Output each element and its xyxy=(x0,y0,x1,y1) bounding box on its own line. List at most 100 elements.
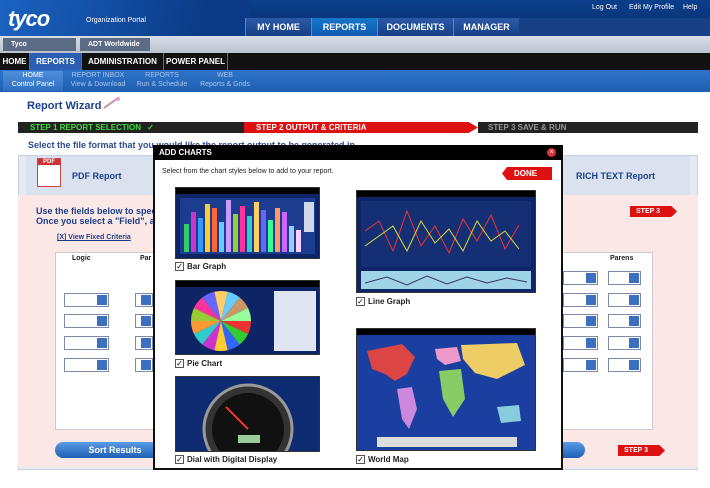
modal-title: ADD CHARTS xyxy=(153,145,563,160)
right-select-1[interactable] xyxy=(563,271,598,285)
bar-graph-label: Bar Graph xyxy=(187,262,227,271)
par-select-2[interactable] xyxy=(135,314,153,328)
edit-profile-link[interactable]: Edit My Profile xyxy=(629,4,674,11)
step-1: STEP 1 REPORT SELECTION ✓ xyxy=(18,122,244,133)
pie-chart-checkbox[interactable]: ✓ xyxy=(175,359,184,368)
section-home[interactable]: HOME xyxy=(0,53,30,70)
par-select-3[interactable] xyxy=(135,336,153,350)
bar-graph-checkbox[interactable]: ✓ xyxy=(175,262,184,271)
par-select-4[interactable] xyxy=(135,358,153,372)
breadcrumb-adt-worldwide[interactable]: ADT Worldwide xyxy=(80,38,150,51)
step-3-button-bottom[interactable]: STEP 3 xyxy=(618,445,665,456)
world-map-image xyxy=(357,329,535,447)
pdf-file-icon[interactable]: PDF xyxy=(37,158,61,187)
help-link[interactable]: Help xyxy=(683,4,697,11)
subnav-web[interactable]: WEB Reports & Grids xyxy=(194,71,256,91)
portal-name: Organization Portal xyxy=(86,17,146,24)
line-graph-image xyxy=(357,191,535,289)
dial-image xyxy=(202,383,294,475)
bar-thumb-mark xyxy=(219,222,224,252)
parens-select-4[interactable] xyxy=(608,336,641,350)
logout-link[interactable]: Log Out xyxy=(592,4,617,11)
pie-chart-image xyxy=(176,281,319,351)
subnav-reports[interactable]: REPORTS Run & Schedule xyxy=(133,71,191,91)
rich-text-report-option[interactable]: RICH TEXT Report xyxy=(576,171,655,181)
bar-thumb-mark xyxy=(212,208,217,252)
pdf-report-option[interactable]: PDF Report xyxy=(72,171,122,181)
close-icon[interactable]: × xyxy=(547,148,556,157)
step-3-button-top[interactable]: STEP 3 xyxy=(630,206,677,217)
step-2: STEP 2 OUTPUT & CRITERIA xyxy=(244,122,478,133)
section-reports[interactable]: REPORTS xyxy=(30,53,82,70)
logic-select-1[interactable] xyxy=(64,293,109,307)
fields-instruction-1: Use the fields below to speci xyxy=(36,206,160,216)
nav-my-home[interactable]: MY HOME xyxy=(245,18,311,36)
logic-select-2[interactable] xyxy=(64,314,109,328)
bar-thumb-mark xyxy=(268,220,273,252)
logic-select-4[interactable] xyxy=(64,358,109,372)
pie-chart-thumbnail[interactable] xyxy=(175,280,320,355)
section-power-panel[interactable]: POWER PANEL xyxy=(164,53,228,70)
parens-select-1[interactable] xyxy=(608,271,641,285)
step-3: STEP 3 SAVE & RUN xyxy=(478,122,698,133)
line-graph-label: Line Graph xyxy=(368,297,411,306)
bar-thumb-mark xyxy=(247,216,252,252)
bar-thumb-mark xyxy=(226,200,231,252)
right-select-5[interactable] xyxy=(563,358,598,372)
parens-select-2[interactable] xyxy=(608,293,641,307)
col-header-parens: Parens xyxy=(610,255,634,262)
nav-reports[interactable]: REPORTS xyxy=(311,18,377,36)
view-fixed-criteria-link[interactable]: [X] View Fixed Criteria xyxy=(57,234,131,241)
nav-manager[interactable]: MANAGER xyxy=(453,18,519,36)
subnav-web-line1: WEB xyxy=(217,72,233,79)
bar-thumb-mark xyxy=(289,226,294,252)
bar-thumb-mark xyxy=(296,230,301,252)
dial-label: Dial with Digital Display xyxy=(187,455,278,464)
line-graph-checkbox[interactable]: ✓ xyxy=(356,297,365,306)
bar-thumb-mark xyxy=(191,212,196,252)
parens-select-3[interactable] xyxy=(608,314,641,328)
wand-icon xyxy=(103,97,120,109)
modal-instruction: Select from the chart styles below to ad… xyxy=(162,168,334,175)
parens-select-5[interactable] xyxy=(608,358,641,372)
logic-select-3[interactable] xyxy=(64,336,109,350)
dial-thumbnail[interactable] xyxy=(175,376,320,475)
pie-chart-label: Pie Chart xyxy=(187,359,223,368)
bar-thumb-mark xyxy=(233,214,238,252)
bar-thumb-mark xyxy=(254,202,259,252)
subnav-home[interactable]: HOME Control Panel xyxy=(3,71,63,91)
subnav-inbox-line2: View & Download xyxy=(70,81,126,88)
right-select-2[interactable] xyxy=(563,293,598,307)
world-map-checkbox[interactable]: ✓ xyxy=(356,455,365,464)
world-map-label: World Map xyxy=(368,455,409,464)
right-select-3[interactable] xyxy=(563,314,598,328)
subnav-home-line2: Control Panel xyxy=(11,81,55,88)
subnav-web-line2: Reports & Grids xyxy=(200,81,250,88)
tyco-logo[interactable]: tyco xyxy=(8,6,50,32)
bar-graph-image xyxy=(176,188,319,254)
bar-thumb-mark xyxy=(205,204,210,252)
subnav-reports-line1: REPORTS xyxy=(145,72,179,79)
done-button[interactable]: DONE xyxy=(502,167,552,180)
dial-checkbox[interactable]: ✓ xyxy=(175,455,184,464)
bar-thumb-mark xyxy=(261,210,266,252)
fields-instruction-2: Once you select a "Field", an xyxy=(36,216,161,226)
subnav-report-inbox[interactable]: REPORT INBOX View & Download xyxy=(66,71,130,91)
breadcrumb-tyco-international[interactable]: Tyco International xyxy=(3,38,76,61)
page-title: Report Wizard xyxy=(27,100,102,112)
par-select-1[interactable] xyxy=(135,293,153,307)
pdf-badge: PDF xyxy=(38,159,60,165)
line-graph-thumbnail[interactable] xyxy=(356,190,536,293)
subnav-home-line1: HOME xyxy=(22,72,44,79)
bar-thumb-mark xyxy=(282,212,287,252)
world-map-thumbnail[interactable] xyxy=(356,328,536,451)
right-select-4[interactable] xyxy=(563,336,598,350)
nav-documents[interactable]: DOCUMENTS xyxy=(377,18,453,36)
col-header-logic: Logic xyxy=(72,255,91,262)
section-administration[interactable]: ADMINISTRATION xyxy=(82,53,164,70)
nav-filler xyxy=(519,18,710,36)
col-header-par: Par xyxy=(140,255,152,262)
check-icon: ✓ xyxy=(147,123,154,132)
bar-graph-thumbnail[interactable] xyxy=(175,187,320,259)
bar-thumb-mark xyxy=(275,208,280,252)
